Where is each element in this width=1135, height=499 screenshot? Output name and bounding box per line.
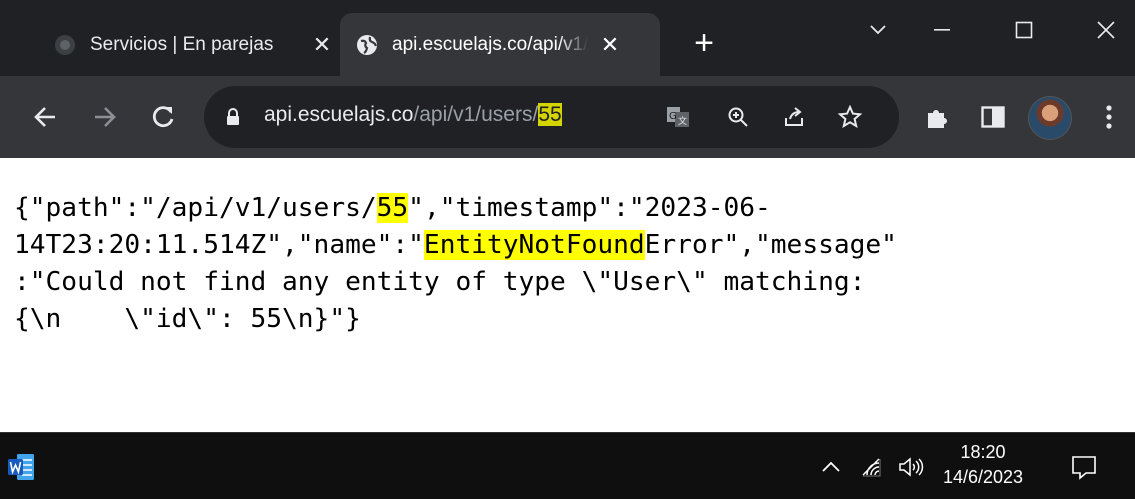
maximize-button[interactable]: [1002, 10, 1046, 50]
json-response-body: {"path":"/api/v1/users/55","timestamp":"…: [14, 190, 1129, 338]
url-path: /api/v1/users/: [413, 103, 539, 126]
close-tab-icon[interactable]: ✕: [310, 32, 334, 58]
windows-taskbar: 18:20 14/6/2023: [0, 432, 1135, 499]
json-text: :"Could not find any entity of type \"Us…: [14, 267, 866, 297]
json-text: {"path":"/api/v1/users/: [14, 193, 377, 223]
new-tab-button[interactable]: +: [686, 26, 722, 62]
tab-title: Servicios | En parejas: [90, 33, 274, 55]
profile-avatar[interactable]: [1028, 96, 1072, 140]
chevron-up-icon[interactable]: [818, 453, 844, 481]
search-match-highlight: 55: [376, 193, 409, 223]
share-icon[interactable]: [780, 103, 808, 131]
tab-search-icon[interactable]: [856, 10, 900, 50]
svg-text:G: G: [669, 111, 677, 122]
zoom-icon[interactable]: [724, 103, 752, 131]
browser-toolbar: api.escuelajs.co/api/v1/users/55 G文: [0, 76, 1135, 158]
extensions-puzzle-icon[interactable]: [920, 100, 954, 134]
clock-time: 18:20: [960, 442, 1006, 462]
close-tab-icon[interactable]: ✕: [598, 32, 622, 58]
bookmark-star-icon[interactable]: [836, 103, 864, 131]
reload-icon[interactable]: [146, 100, 180, 134]
json-text: Error","message": [644, 230, 897, 260]
json-line: :"Could not find any entity of type \"Us…: [14, 264, 1129, 301]
wifi-icon[interactable]: [856, 453, 886, 481]
generic-site-icon: [54, 34, 76, 56]
back-arrow-icon[interactable]: [28, 100, 62, 134]
tab-title: api.escuelajs.co/api/v1/users/55: [392, 33, 588, 55]
notification-icon[interactable]: [1070, 453, 1098, 481]
translate-icon[interactable]: G文: [664, 103, 692, 131]
json-line: {\n \"id\": 55\n}"}: [14, 301, 1129, 338]
word-icon[interactable]: [8, 452, 34, 482]
json-text: {\n \"id\": 55\n}"}: [14, 304, 361, 334]
url-text: api.escuelajs.co/api/v1/users/55: [264, 103, 562, 127]
lock-icon[interactable]: [226, 108, 240, 131]
clock-date: 14/6/2023: [942, 467, 1024, 487]
json-text: ","timestamp":"2023-06-: [408, 193, 771, 223]
tab-api[interactable]: api.escuelajs.co/api/v1/users/55 ✕: [340, 13, 660, 76]
volume-icon[interactable]: [896, 453, 926, 481]
tab-strip: Servicios | En parejas ✕ api.escuelajs.c…: [0, 0, 1135, 76]
tab-servicios[interactable]: Servicios | En parejas ✕: [38, 13, 340, 76]
search-match-highlight: EntityNotFound: [423, 230, 645, 260]
menu-kebab-icon[interactable]: [1092, 100, 1126, 134]
minimize-button[interactable]: [920, 10, 964, 50]
system-clock[interactable]: 18:20 14/6/2023: [938, 440, 1028, 490]
url-search-highlight: 55: [538, 103, 562, 126]
json-line: {"path":"/api/v1/users/55","timestamp":"…: [14, 190, 1129, 227]
json-line: 14T23:20:11.514Z","name":"EntityNotFound…: [14, 227, 1129, 264]
close-window-button[interactable]: [1084, 10, 1128, 50]
globe-icon: [356, 34, 378, 56]
url-host: api.escuelajs.co: [264, 103, 414, 126]
json-text: 14T23:20:11.514Z","name":": [14, 230, 424, 260]
address-bar[interactable]: api.escuelajs.co/api/v1/users/55 G文: [204, 86, 899, 148]
side-panel-icon[interactable]: [976, 100, 1010, 134]
svg-text:文: 文: [678, 115, 687, 127]
forward-arrow-icon[interactable]: [88, 100, 122, 134]
